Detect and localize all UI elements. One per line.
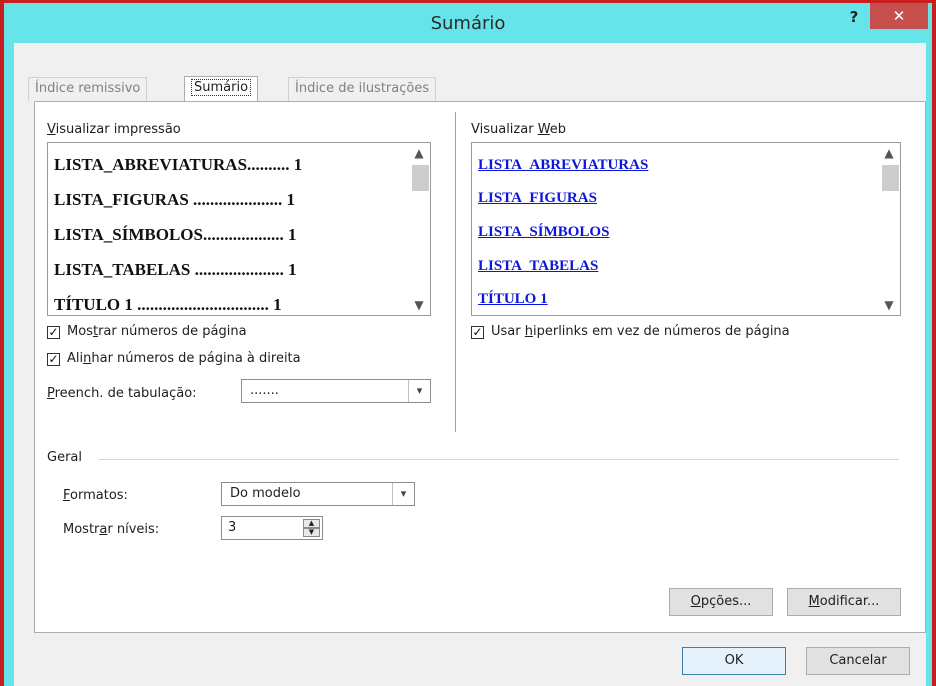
formats-label: Formatos:: [63, 488, 128, 503]
formats-value: Do modelo: [230, 486, 301, 501]
levels-stepper[interactable]: 3 ▲ ▼: [221, 516, 323, 540]
tab-leader-value: .......: [250, 383, 279, 398]
web-preview-scrollbar[interactable]: ▲ ▼: [878, 143, 900, 315]
web-entry-link[interactable]: LISTA_FIGURAS: [478, 190, 597, 207]
right-align-label: Alinhar números de página à direita: [67, 351, 301, 366]
print-preview-box[interactable]: LISTA_ABREVIATURAS.......... 1 LISTA_FIG…: [47, 142, 431, 316]
show-page-numbers-checkbox[interactable]: ✓: [47, 326, 60, 339]
right-align-checkbox[interactable]: ✓: [47, 353, 60, 366]
title-bar[interactable]: Sumário ? ✕: [4, 3, 932, 43]
scroll-thumb[interactable]: [882, 165, 899, 191]
tab-indice-ilustracoes[interactable]: Índice de ilustrações: [288, 77, 437, 101]
tab-label: Sumário: [191, 79, 252, 96]
use-hyperlinks-label: Usar hiperlinks em vez de números de pág…: [491, 324, 790, 339]
scroll-down-icon[interactable]: ▼: [878, 295, 900, 315]
dialog-body: Índice remissivo Sumário Índice de ilust…: [14, 43, 926, 686]
scroll-up-icon[interactable]: ▲: [408, 143, 430, 163]
scroll-up-icon[interactable]: ▲: [878, 143, 900, 163]
print-entry: TÍTULO 1 ...............................…: [54, 295, 282, 314]
tab-leader-select[interactable]: ....... ▾: [241, 379, 431, 403]
tab-label: Índice remissivo: [35, 81, 141, 96]
stepper-buttons[interactable]: ▲ ▼: [303, 519, 320, 537]
web-preview-box[interactable]: LISTA_ABREVIATURAS LISTA_FIGURAS LISTA_S…: [471, 142, 901, 316]
tab-sumario[interactable]: Sumário: [184, 76, 259, 102]
dialog-window: Sumário ? ✕ Índice remissivo Sumário Índ…: [0, 0, 936, 686]
chevron-down-icon[interactable]: ▾: [392, 483, 414, 505]
scroll-thumb[interactable]: [412, 165, 429, 191]
tab-label: Índice de ilustrações: [295, 81, 430, 96]
print-entry: LISTA_FIGURAS ..................... 1: [54, 190, 296, 209]
divider: [455, 112, 456, 432]
print-entry: LISTA_SÍMBOLOS................... 1: [54, 225, 297, 244]
print-preview-scrollbar[interactable]: ▲ ▼: [408, 143, 430, 315]
print-entry: LISTA_TABELAS ..................... 1: [54, 260, 297, 279]
use-hyperlinks-checkbox[interactable]: ✓: [471, 326, 484, 339]
options-button[interactable]: Opções...: [669, 588, 773, 616]
general-separator: [99, 459, 899, 460]
web-preview-label: Visualizar Web: [471, 122, 567, 137]
levels-label: Mostrar níveis:: [63, 522, 160, 537]
general-heading: Geral: [47, 450, 82, 465]
help-button[interactable]: ?: [844, 5, 864, 29]
tab-leader-label: Preench. de tabulação:: [47, 386, 197, 401]
scroll-down-icon[interactable]: ▼: [408, 295, 430, 315]
web-entry-link[interactable]: TÍTULO 1: [478, 291, 548, 308]
levels-value: 3: [228, 520, 237, 535]
formats-select[interactable]: Do modelo ▾: [221, 482, 415, 506]
show-page-numbers-label: Mostrar números de página: [67, 324, 247, 339]
print-preview-label: Visualizar impressão: [47, 122, 181, 137]
tab-panel: Visualizar impressão LISTA_ABREVIATURAS.…: [34, 101, 926, 633]
increment-icon[interactable]: ▲: [303, 519, 320, 528]
close-button[interactable]: ✕: [870, 3, 928, 29]
decrement-icon[interactable]: ▼: [303, 528, 320, 537]
cancel-button[interactable]: Cancelar: [806, 647, 910, 675]
chevron-down-icon[interactable]: ▾: [408, 380, 430, 402]
ok-button[interactable]: OK: [682, 647, 786, 675]
web-entry-link[interactable]: LISTA_TABELAS: [478, 258, 598, 275]
tab-indice-remissivo[interactable]: Índice remissivo: [28, 77, 148, 101]
modify-button[interactable]: Modificar...: [787, 588, 901, 616]
print-entry: LISTA_ABREVIATURAS.......... 1: [54, 155, 303, 174]
window-title: Sumário: [430, 13, 506, 34]
web-entry-link[interactable]: LISTA_ABREVIATURAS: [478, 157, 648, 174]
web-entry-link[interactable]: LISTA_SÍMBOLOS: [478, 224, 609, 241]
